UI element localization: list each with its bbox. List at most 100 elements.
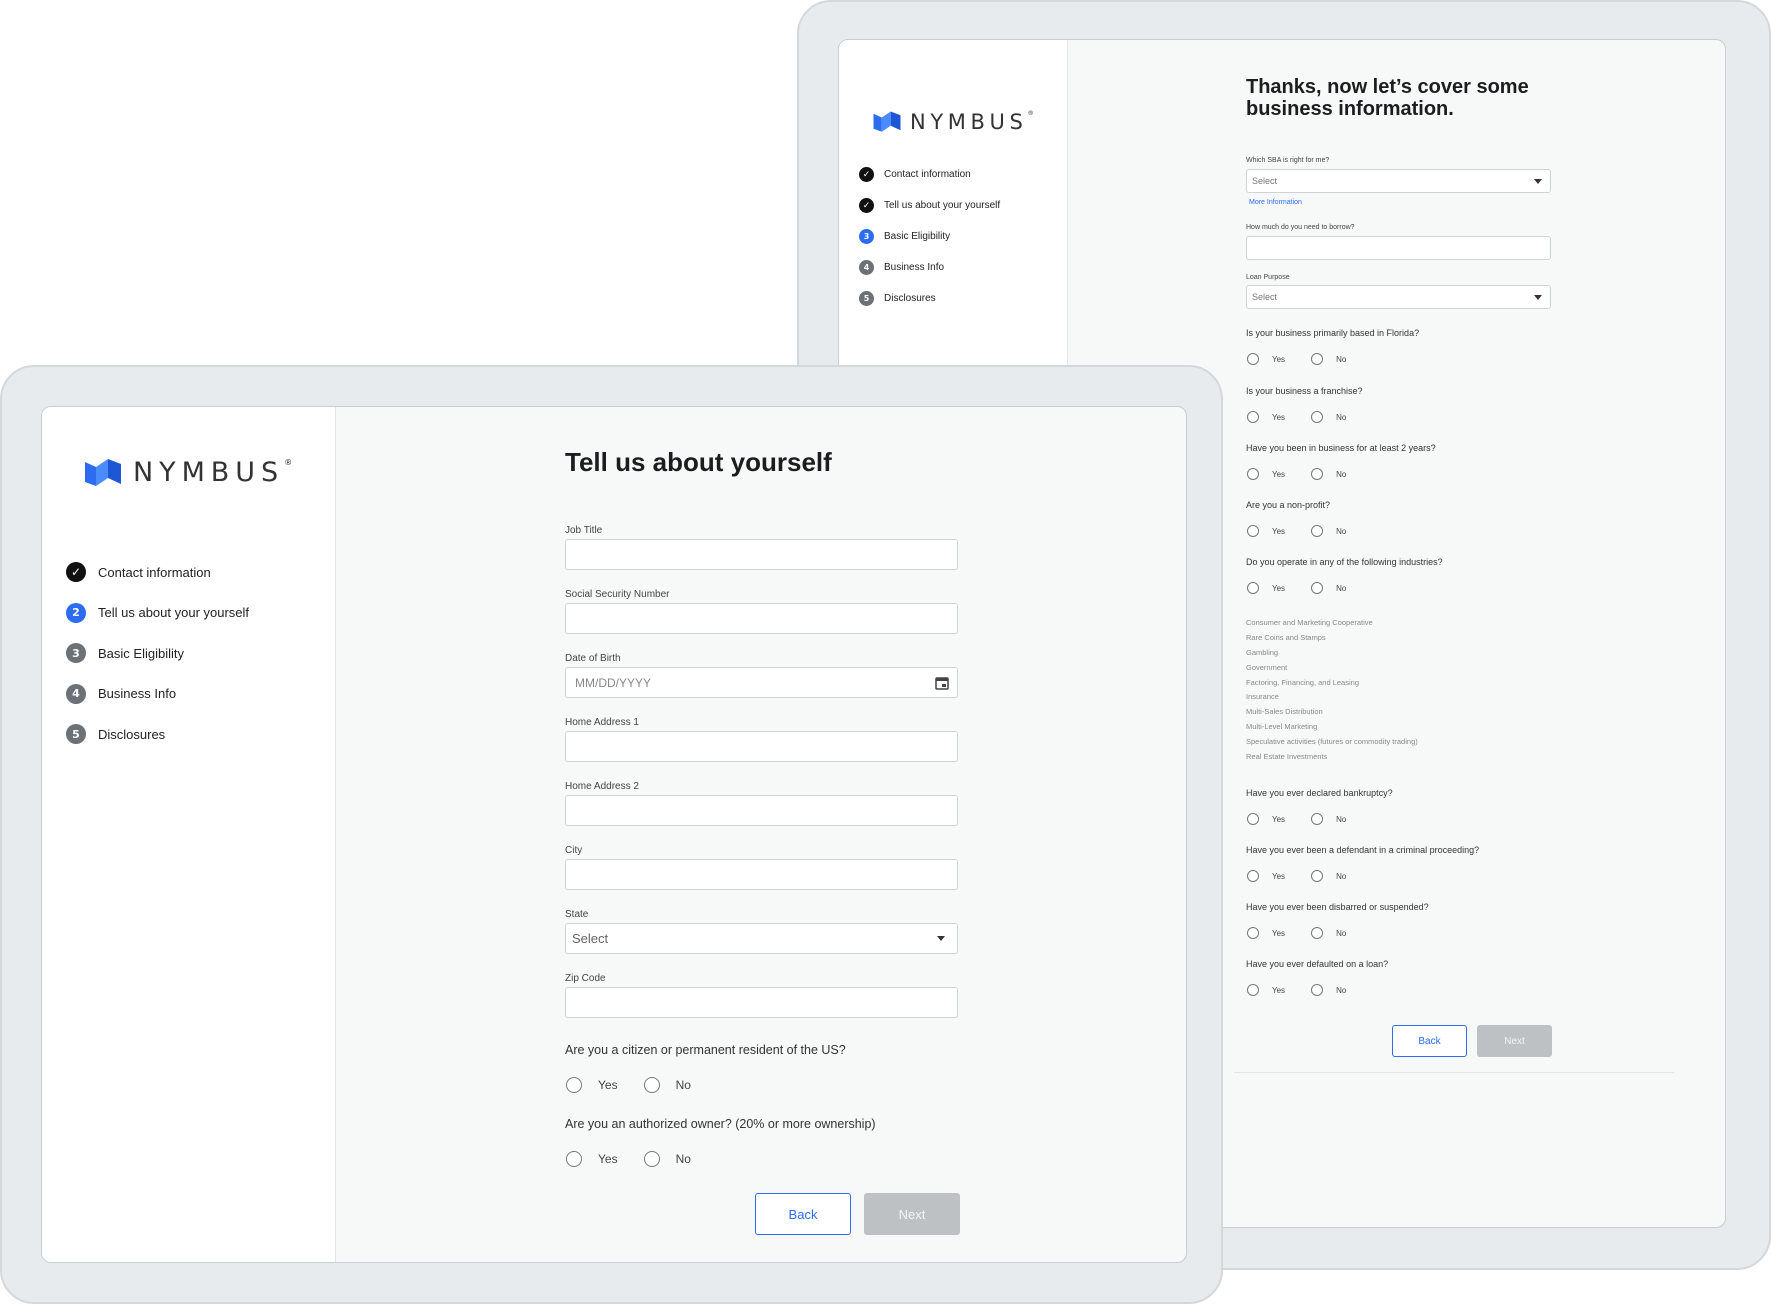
industry-item: Government: [1246, 663, 1288, 672]
more-information-link[interactable]: More Information: [1249, 199, 1302, 206]
radio-group-franchise: Yes No: [1247, 411, 1346, 423]
industry-item: Gambling: [1246, 648, 1279, 657]
question-non-profit: Are you a non-profit?: [1246, 500, 1331, 510]
job-title-label: Job Title: [565, 525, 603, 536]
back-step-business[interactable]: 4 Business Info: [859, 252, 1000, 283]
radio-group-bankruptcy: Yes No: [1247, 813, 1346, 825]
next-button[interactable]: Next: [864, 1193, 960, 1235]
state-label: State: [565, 909, 589, 920]
loan-purpose-label: Loan Purpose: [1246, 274, 1290, 281]
back-step-eligibility[interactable]: 3 Basic Eligibility: [859, 221, 1000, 252]
front-step-disclosures[interactable]: 5 Disclosures: [66, 714, 249, 755]
radio-no[interactable]: [1311, 927, 1324, 939]
check-icon: ✓: [859, 198, 874, 213]
radio-yes[interactable]: [1247, 353, 1259, 365]
back-steps: ✓ Contact information ✓ Tell us about yo…: [859, 159, 1000, 314]
question-disbarred: Have you ever been disbarred or suspende…: [1246, 902, 1429, 912]
sba-label: Which SBA is right for me?: [1246, 157, 1330, 164]
nymbus-logo-icon: [85, 458, 121, 486]
front-step-about[interactable]: 2 Tell us about your yourself: [66, 593, 249, 634]
dob-input[interactable]: MM/DD/YYYY: [565, 667, 958, 698]
check-icon: ✓: [66, 562, 86, 583]
page-title: Thanks, now let’s cover some business inf…: [1246, 76, 1529, 120]
radio-yes[interactable]: [566, 1151, 582, 1167]
loan-purpose-select[interactable]: Select: [1246, 285, 1551, 309]
zip-label: Zip Code: [565, 973, 606, 984]
industry-item: Multi-Level Marketing: [1246, 722, 1318, 731]
radio-group-non-profit: Yes No: [1247, 525, 1346, 537]
question-citizen: Are you a citizen or permanent resident …: [565, 1043, 846, 1057]
back-step-disclosures[interactable]: 5 Disclosures: [859, 283, 1000, 314]
industry-item: Real Estate Investments: [1246, 752, 1328, 761]
calendar-icon[interactable]: [935, 676, 949, 690]
dob-label: Date of Birth: [565, 653, 621, 664]
radio-yes[interactable]: [566, 1077, 582, 1093]
radio-yes[interactable]: [1247, 411, 1259, 423]
radio-yes[interactable]: [1247, 813, 1259, 825]
address1-input[interactable]: [565, 731, 958, 762]
brand-logo: NYMBUS®: [872, 110, 1034, 134]
radio-group-disbarred: Yes No: [1247, 927, 1346, 939]
front-step-business[interactable]: 4 Business Info: [66, 674, 249, 715]
step-number-badge: 4: [66, 683, 86, 704]
address2-label: Home Address 2: [565, 781, 639, 792]
radio-no[interactable]: [1311, 468, 1324, 480]
radio-no[interactable]: [643, 1151, 660, 1167]
brand-name: NYMBUS®: [910, 110, 1034, 134]
radio-yes[interactable]: [1247, 468, 1259, 480]
borrow-label: How much do you need to borrow?: [1246, 224, 1355, 231]
back-button[interactable]: Back: [755, 1193, 851, 1235]
borrow-input[interactable]: [1246, 236, 1551, 260]
radio-no[interactable]: [1311, 411, 1324, 423]
radio-no[interactable]: [1311, 525, 1324, 537]
city-label: City: [565, 845, 583, 856]
step-number-badge: 3: [859, 229, 874, 244]
front-step-contact[interactable]: ✓ Contact information: [66, 552, 249, 593]
question-defaulted: Have you ever defaulted on a loan?: [1246, 959, 1389, 969]
chevron-down-icon: [1534, 294, 1542, 300]
radio-no[interactable]: [643, 1077, 660, 1093]
industry-item: Multi-Sales Distribution: [1246, 707, 1323, 716]
page-title: Tell us about yourself: [565, 447, 832, 477]
state-select[interactable]: Select: [565, 923, 958, 954]
chevron-down-icon: [937, 936, 945, 941]
question-owner: Are you an authorized owner? (20% or mor…: [565, 1117, 876, 1131]
nymbus-logo-icon: [873, 111, 901, 132]
radio-no[interactable]: [1311, 813, 1324, 825]
industry-item: Insurance: [1246, 692, 1279, 701]
industry-item: Consumer and Marketing Cooperative: [1246, 618, 1373, 627]
question-bankruptcy: Have you ever declared bankruptcy?: [1246, 788, 1393, 798]
front-sidebar: NYMBUS® ✓ Contact information 2 Tell us …: [42, 407, 336, 1262]
radio-no[interactable]: [1311, 353, 1324, 365]
industry-item: Speculative activities (futures or commo…: [1246, 737, 1418, 746]
brand-logo: NYMBUS®: [83, 457, 292, 488]
brand-name: NYMBUS®: [133, 457, 293, 488]
radio-yes[interactable]: [1247, 984, 1259, 996]
zip-input[interactable]: [565, 987, 958, 1018]
radio-yes[interactable]: [1247, 927, 1259, 939]
radio-group-owner: Yes No: [566, 1151, 691, 1167]
radio-group-criminal: Yes No: [1247, 870, 1346, 882]
front-screen: NYMBUS® ✓ Contact information 2 Tell us …: [41, 406, 1187, 1263]
radio-no[interactable]: [1311, 984, 1324, 996]
front-step-eligibility[interactable]: 3 Basic Eligibility: [66, 633, 249, 674]
city-input[interactable]: [565, 859, 958, 890]
back-step-contact[interactable]: ✓ Contact information: [859, 159, 1000, 190]
radio-no[interactable]: [1311, 582, 1324, 594]
back-button[interactable]: Back: [1392, 1025, 1467, 1057]
next-button[interactable]: Next: [1477, 1025, 1552, 1057]
radio-group-defaulted: Yes No: [1247, 984, 1346, 996]
radio-yes[interactable]: [1247, 525, 1259, 537]
step-number-badge: 3: [66, 643, 86, 664]
radio-yes[interactable]: [1247, 582, 1259, 594]
ssn-input[interactable]: [565, 603, 958, 634]
address2-input[interactable]: [565, 795, 958, 826]
question-franchise: Is your business a franchise?: [1246, 386, 1363, 396]
back-step-about[interactable]: ✓ Tell us about your yourself: [859, 190, 1000, 221]
radio-no[interactable]: [1311, 870, 1324, 882]
job-title-input[interactable]: [565, 539, 958, 570]
question-industries: Do you operate in any of the following i…: [1246, 557, 1443, 567]
radio-group-two-years: Yes No: [1247, 468, 1346, 480]
sba-select[interactable]: Select: [1246, 169, 1551, 193]
radio-yes[interactable]: [1247, 870, 1259, 882]
